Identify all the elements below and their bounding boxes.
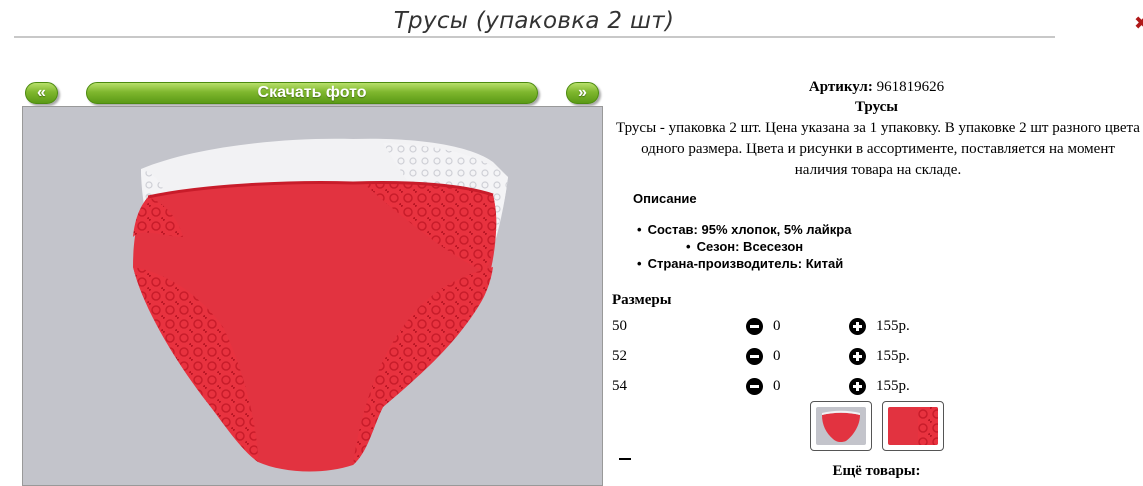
description-heading: Описание <box>633 191 697 206</box>
title-divider <box>14 36 1055 38</box>
size-label: 50 <box>612 318 627 334</box>
thumbnail-image <box>888 407 938 445</box>
sizes-heading: Размеры <box>612 292 672 308</box>
minus-icon[interactable] <box>746 378 763 395</box>
list-item: Страна-производитель: Китай <box>637 255 844 272</box>
list-item: Сезон: Всесезон <box>686 238 804 255</box>
article-value: 961819626 <box>876 79 945 95</box>
divider <box>619 458 631 460</box>
size-row: 52 0 155р. <box>612 346 932 368</box>
next-photo-button[interactable]: » <box>566 82 599 104</box>
quantity-value: 0 <box>773 348 781 364</box>
prev-photo-button[interactable]: « <box>25 82 58 104</box>
plus-icon[interactable] <box>849 378 866 395</box>
price-value: 155р. <box>876 348 910 364</box>
minus-icon[interactable] <box>746 348 763 365</box>
size-label: 54 <box>612 378 627 394</box>
page-title: Трусы (упаковка 2 шт) <box>393 8 675 34</box>
minus-icon[interactable] <box>746 318 763 335</box>
plus-icon[interactable] <box>849 318 866 335</box>
download-photo-button[interactable]: Скачать фото <box>86 82 538 104</box>
size-row: 54 0 155р. <box>612 376 932 398</box>
price-value: 155р. <box>876 378 910 394</box>
more-products-heading: Ещё товары: <box>832 463 921 479</box>
quantity-value: 0 <box>773 378 781 394</box>
size-label: 52 <box>612 348 627 364</box>
product-image <box>133 138 508 472</box>
product-name: Трусы <box>855 99 898 115</box>
article-line: Артикул: 961819626 <box>610 78 1143 96</box>
list-item: Состав: 95% хлопок, 5% лайкра <box>637 221 852 238</box>
close-icon[interactable]: ✖ <box>1134 14 1143 34</box>
product-photo[interactable] <box>22 106 603 486</box>
quantity-value: 0 <box>773 318 781 334</box>
article-label: Артикул: <box>808 79 873 95</box>
price-value: 155р. <box>876 318 910 334</box>
plus-icon[interactable] <box>849 348 866 365</box>
thumbnail-1[interactable] <box>810 401 872 451</box>
thumbnail-image <box>816 407 866 445</box>
thumbnail-2[interactable] <box>882 401 944 451</box>
product-description: Трусы - упаковка 2 шт. Цена указана за 1… <box>616 120 1140 178</box>
size-row: 50 0 155р. <box>612 316 932 338</box>
